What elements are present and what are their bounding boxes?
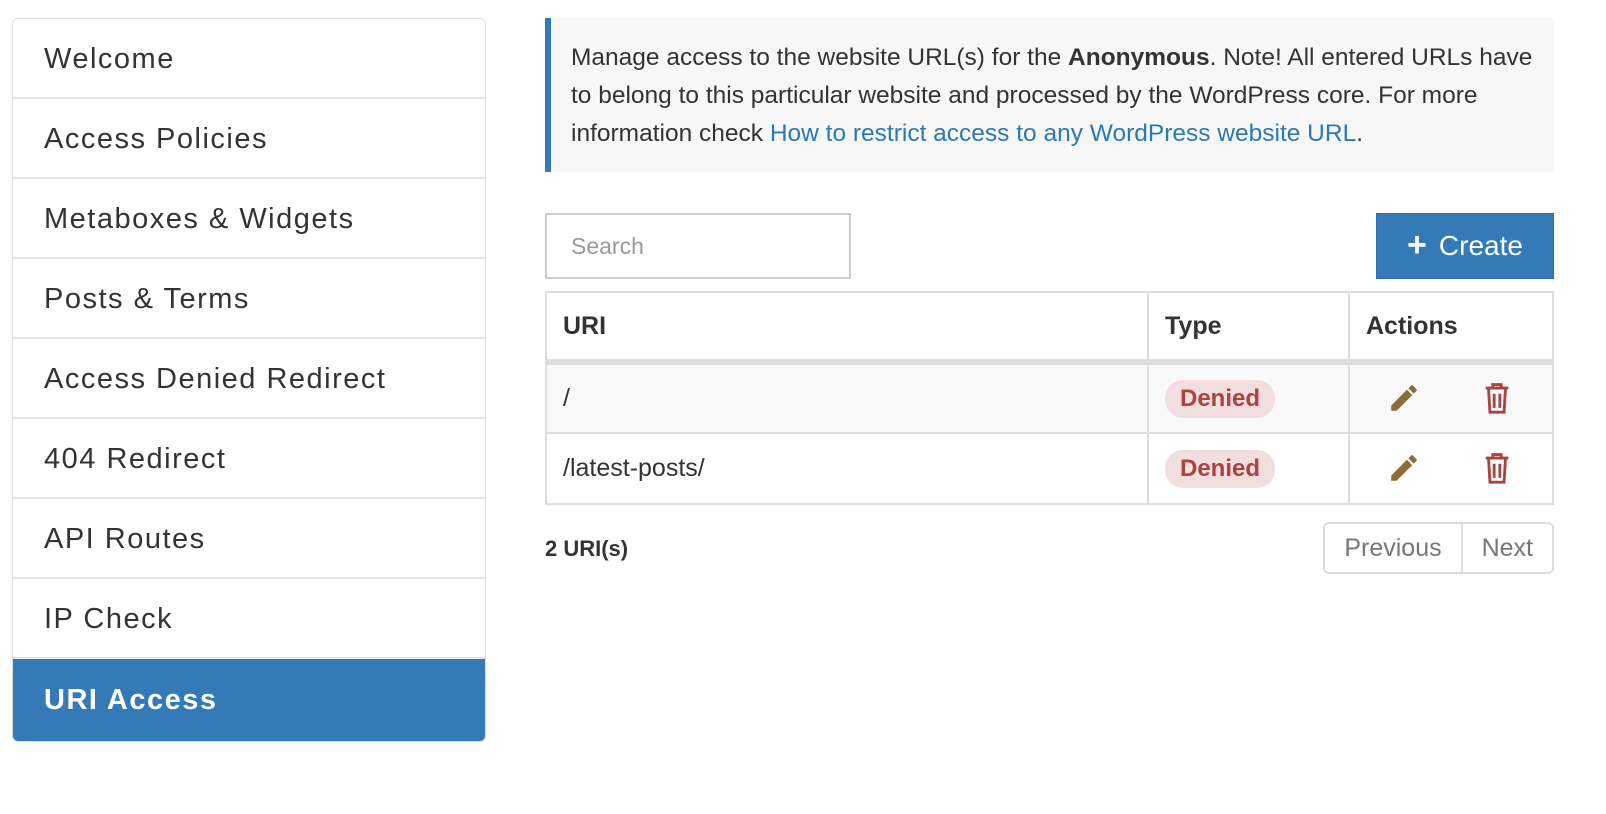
actions-cell xyxy=(1349,432,1553,504)
column-header-type[interactable]: Type xyxy=(1148,292,1350,365)
actions-cell xyxy=(1349,361,1553,433)
type-cell: Denied xyxy=(1148,361,1350,433)
sidebar-item-404-redirect[interactable]: 404 Redirect xyxy=(13,419,485,499)
status-badge: Denied xyxy=(1165,449,1276,488)
sidebar-item-access-policies[interactable]: Access Policies xyxy=(13,99,485,179)
type-cell: Denied xyxy=(1148,432,1350,504)
settings-sidebar: Welcome Access Policies Metaboxes & Widg… xyxy=(12,18,486,742)
column-header-actions: Actions xyxy=(1349,292,1553,365)
uri-cell: / xyxy=(546,361,1149,433)
trash-icon[interactable] xyxy=(1475,376,1519,420)
sidebar-item-api-routes[interactable]: API Routes xyxy=(13,499,485,579)
info-callout: Manage access to the website URL(s) for … xyxy=(545,18,1554,172)
next-page-button[interactable]: Next xyxy=(1460,524,1552,572)
pagination: Previous Next xyxy=(1323,522,1554,574)
sidebar-item-posts-terms[interactable]: Posts & Terms xyxy=(13,259,485,339)
sidebar-item-access-denied-redirect[interactable]: Access Denied Redirect xyxy=(13,339,485,419)
callout-role: Anonymous xyxy=(1068,44,1210,71)
table-footer: 2 URI(s) Previous Next xyxy=(545,522,1554,574)
table-header-row: URI Type Actions xyxy=(546,292,1553,365)
plus-icon: + xyxy=(1407,225,1427,264)
create-button[interactable]: + Create xyxy=(1376,213,1554,279)
uri-access-panel: Manage access to the website URL(s) for … xyxy=(545,18,1554,574)
create-button-label: Create xyxy=(1438,230,1523,261)
callout-text: Manage access to the website URL(s) for … xyxy=(571,44,1069,71)
uri-cell: /latest-posts/ xyxy=(546,432,1149,504)
table-row: / Denied xyxy=(546,361,1553,433)
callout-end: . xyxy=(1356,120,1364,147)
sidebar-item-uri-access[interactable]: URI Access xyxy=(13,659,485,741)
trash-icon[interactable] xyxy=(1475,446,1519,490)
uri-count: 2 URI(s) xyxy=(545,536,629,561)
previous-page-button[interactable]: Previous xyxy=(1325,524,1461,572)
pencil-icon[interactable] xyxy=(1382,376,1426,420)
sidebar-item-welcome[interactable]: Welcome xyxy=(13,19,485,99)
table-toolbar: + Create xyxy=(545,213,1554,279)
sidebar-item-ip-check[interactable]: IP Check xyxy=(13,579,485,659)
column-header-uri[interactable]: URI xyxy=(546,292,1149,365)
search-input[interactable] xyxy=(545,213,851,279)
help-link[interactable]: How to restrict access to any WordPress … xyxy=(770,120,1356,147)
pencil-icon[interactable] xyxy=(1382,446,1426,490)
table-row: /latest-posts/ Denied xyxy=(546,432,1553,504)
status-badge: Denied xyxy=(1165,379,1276,418)
uri-table: URI Type Actions / Denied /latest-posts/… xyxy=(545,291,1554,505)
sidebar-item-metaboxes-widgets[interactable]: Metaboxes & Widgets xyxy=(13,179,485,259)
